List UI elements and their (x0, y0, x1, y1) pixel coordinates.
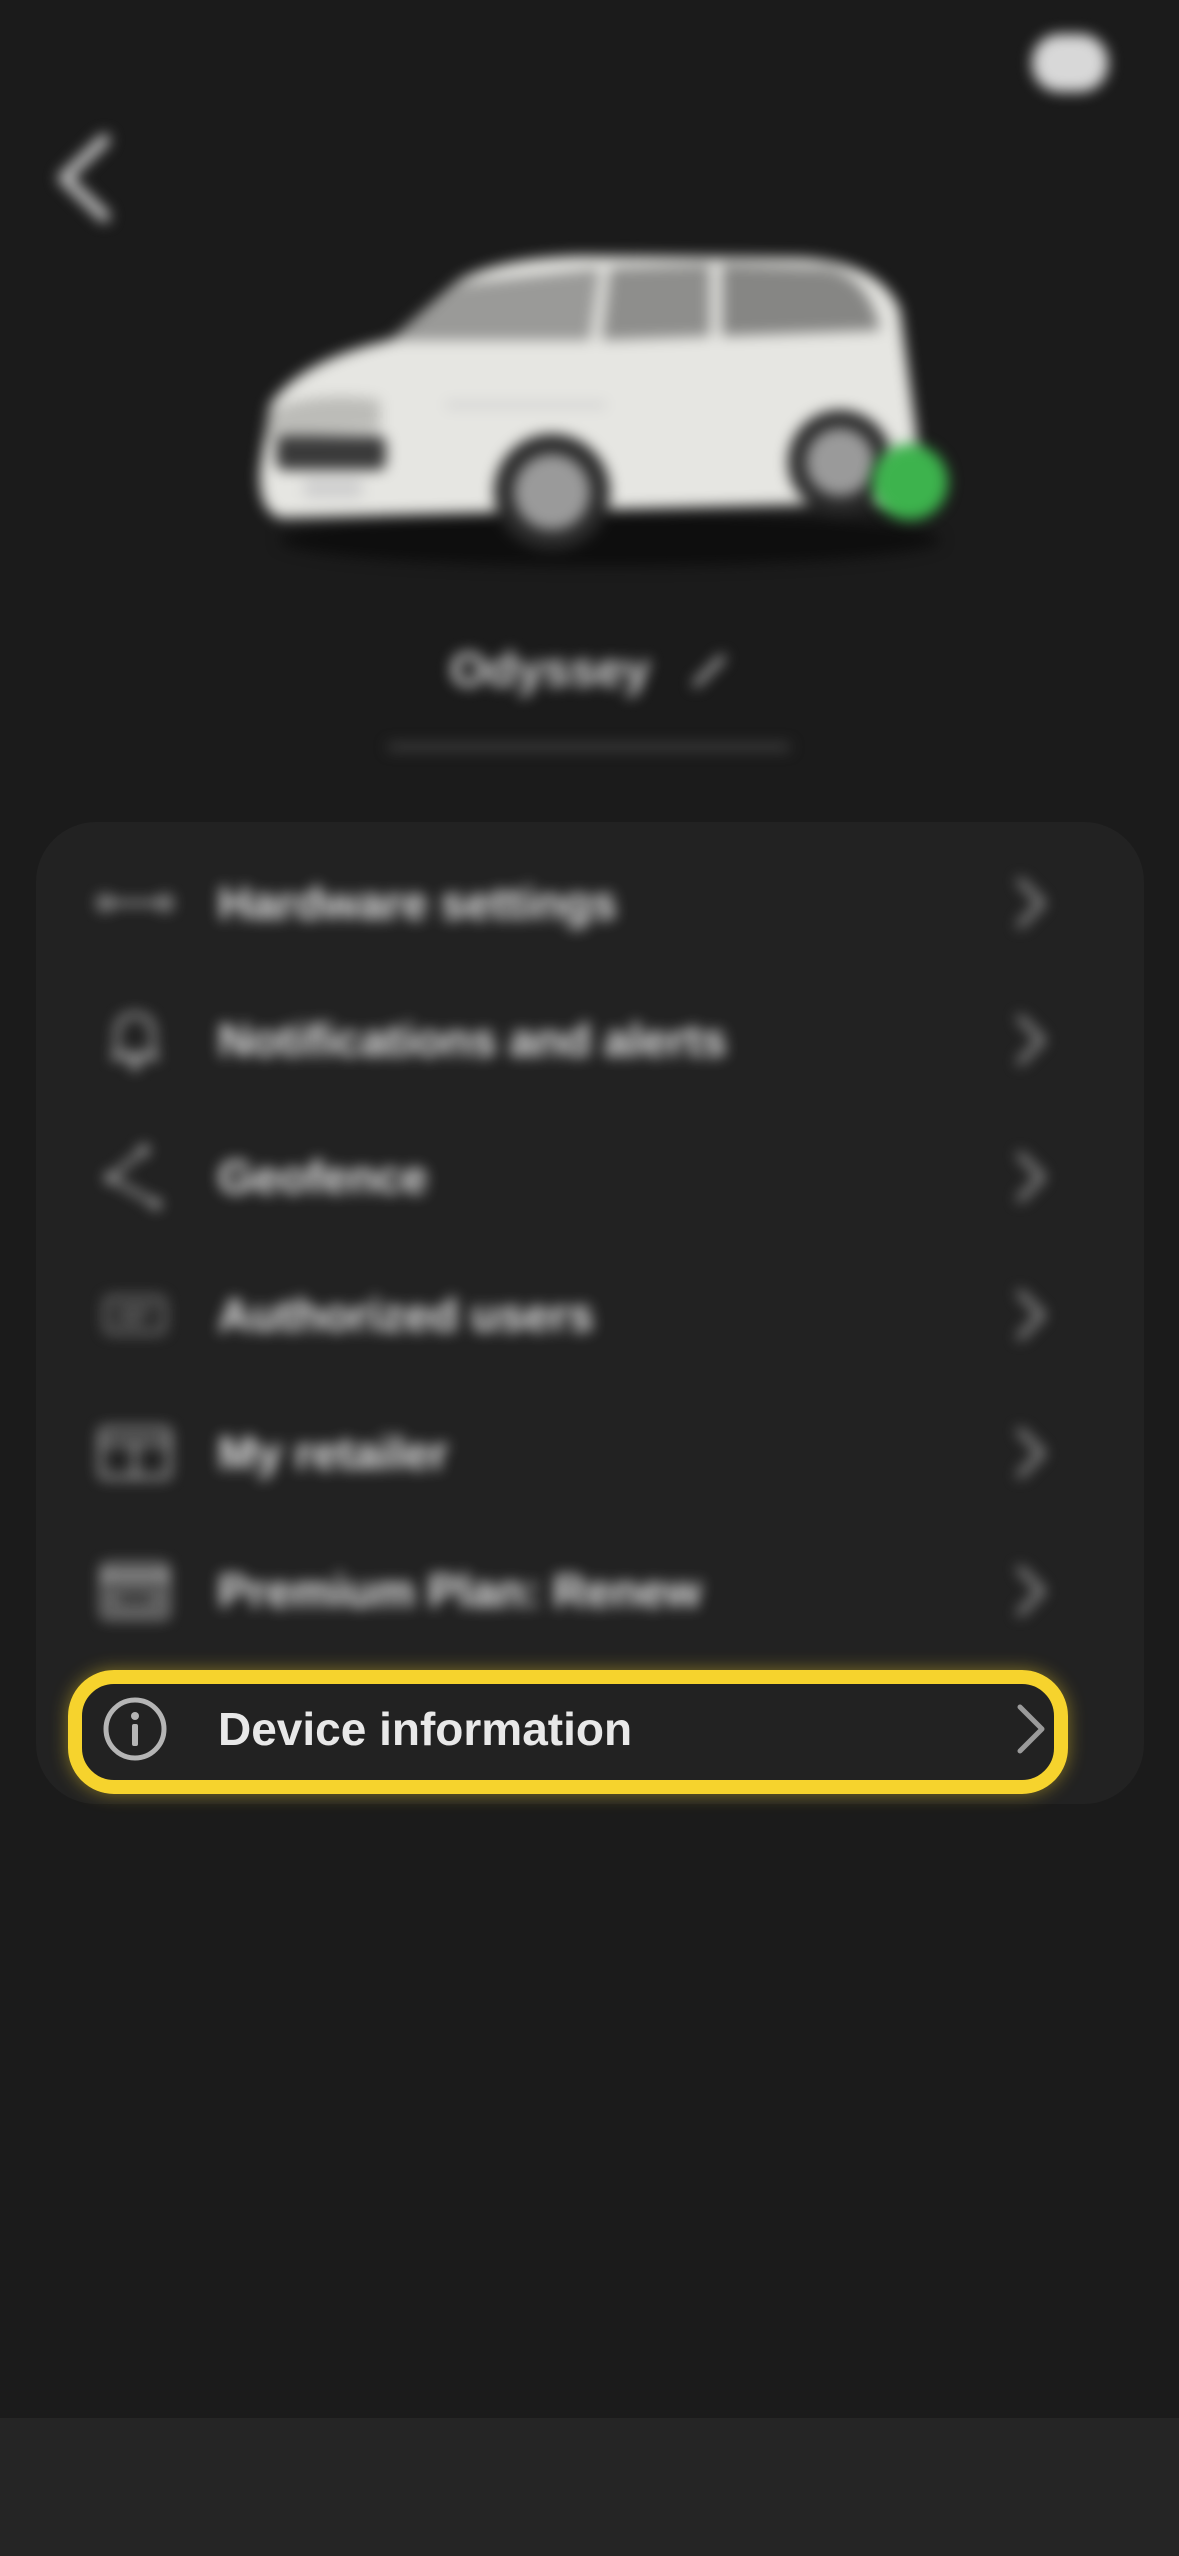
menu-item-premium-plan[interactable]: Premium Plan: Renew (90, 1536, 1050, 1646)
chevron-right-icon (1017, 1290, 1045, 1340)
menu-item-my-retailer[interactable]: My retailer (90, 1398, 1050, 1508)
menu-item-notifications[interactable]: Notifications and alerts (90, 985, 1050, 1095)
status-indicator (872, 444, 948, 520)
chevron-right-icon (1017, 1015, 1045, 1065)
vehicle-name-row[interactable]: Odyssey (390, 630, 790, 710)
menu-item-geofence[interactable]: Geofence (90, 1122, 1050, 1232)
menu-item-label: Notifications and alerts (218, 1014, 727, 1066)
menu-item-label: Hardware settings (218, 877, 617, 929)
vehicle-name: Odyssey (449, 643, 651, 697)
chevron-right-icon (1017, 1428, 1045, 1478)
vehicle-image (240, 240, 960, 570)
bell-icon (90, 995, 180, 1085)
menu-item-hardware-settings[interactable]: Hardware settings (90, 848, 1050, 958)
menu-item-authorized-users[interactable]: Authorized users (90, 1260, 1050, 1370)
pencil-icon[interactable] (690, 650, 730, 690)
bottom-bar (0, 2418, 1179, 2556)
card-icon (90, 1546, 180, 1636)
chevron-right-icon (1017, 878, 1045, 928)
highlight-outline (68, 1670, 1068, 1794)
back-button[interactable] (40, 128, 130, 228)
menu-item-label: My retailer (218, 1427, 449, 1479)
geofence-icon (90, 1132, 180, 1222)
chevron-right-icon (1017, 1152, 1045, 1202)
help-badge[interactable] (1032, 34, 1108, 92)
hardware-icon (90, 858, 180, 948)
menu-item-label: Premium Plan: Renew (218, 1565, 702, 1617)
name-underline (388, 744, 790, 750)
menu-item-label: Geofence (218, 1151, 428, 1203)
menu-item-label: Authorized users (218, 1289, 594, 1341)
chevron-right-icon (1017, 1566, 1045, 1616)
chevron-left-icon (58, 134, 110, 222)
users-icon (90, 1270, 180, 1360)
retailer-icon (90, 1408, 180, 1498)
